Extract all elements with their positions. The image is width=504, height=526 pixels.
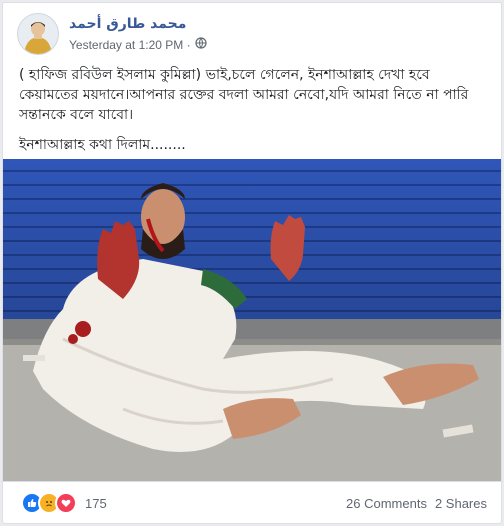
comments-count[interactable]: 26 Comments [346, 496, 427, 511]
reaction-count[interactable]: 175 [85, 496, 107, 511]
author-name[interactable]: محمد طارق أحمد [69, 16, 186, 32]
post-text-line: ( হাফিজ রবিউল ইসলাম কুমিল্লা) ভাই,চলে গে… [19, 67, 469, 123]
post-text-line: ইনশাআল্লাহ কথা দিলাম........ [19, 137, 186, 153]
globe-icon [195, 37, 207, 52]
reaction-summary[interactable]: 175 [21, 492, 107, 514]
post-footer: 175 26 Comments 2 Shares [3, 481, 501, 523]
post-text: ( হাফিজ রবিউল ইসলাম কুমিল্লা) ভাই,চলে গে… [19, 65, 489, 165]
post-header: محمد طارق أحمد Yesterday at 1:20 PM · [17, 13, 487, 55]
shares-count[interactable]: 2 Shares [435, 496, 487, 511]
love-icon [55, 492, 77, 514]
post-stats: 26 Comments 2 Shares [346, 496, 487, 511]
author-avatar[interactable] [17, 13, 59, 55]
post-timestamp[interactable]: Yesterday at 1:20 PM · [69, 38, 191, 52]
post-meta: Yesterday at 1:20 PM · [69, 37, 207, 52]
post-card: محمد طارق أحمد Yesterday at 1:20 PM · ( … [2, 2, 502, 524]
post-photo[interactable] [3, 159, 501, 481]
